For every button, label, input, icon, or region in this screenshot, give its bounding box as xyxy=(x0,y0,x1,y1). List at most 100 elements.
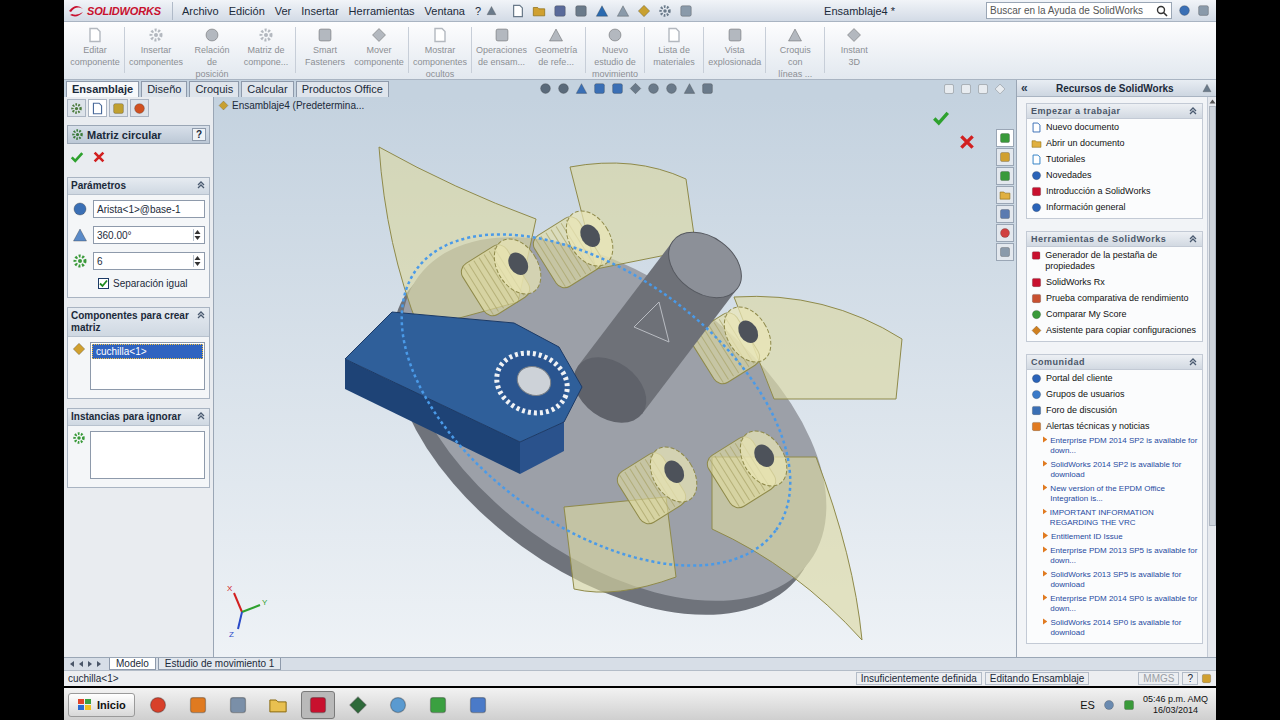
selection-list[interactable] xyxy=(90,431,205,479)
menu-item[interactable]: Edición xyxy=(224,5,270,17)
group-header[interactable]: Herramientas de SolidWorks xyxy=(1027,232,1202,247)
collapse-icon[interactable] xyxy=(196,180,206,190)
nav-arrow-icon[interactable] xyxy=(68,660,76,668)
news-link[interactable]: SolidWorks 2014 SP2 is available for dow… xyxy=(1027,458,1202,482)
news-link[interactable]: Entitlement ID Issue xyxy=(1027,530,1202,544)
panel-tab[interactable] xyxy=(109,99,128,117)
taskbar-app[interactable] xyxy=(421,691,455,719)
menu-item[interactable]: Ver xyxy=(270,5,297,17)
panel-tab[interactable] xyxy=(88,99,107,117)
resource-link[interactable]: Abrir un documento xyxy=(1027,135,1202,151)
resource-link[interactable]: Grupos de usuarios xyxy=(1027,386,1202,402)
news-link[interactable]: Enterprise PDM 2014 SP2 is available for… xyxy=(1027,434,1202,458)
spin-buttons[interactable] xyxy=(193,229,201,241)
pin-icon[interactable] xyxy=(486,5,497,16)
command-tab[interactable]: Ensamblaje xyxy=(66,81,139,97)
model-tab[interactable]: Estudio de movimiento 1 xyxy=(158,658,282,670)
taskbar-app[interactable] xyxy=(461,691,495,719)
view-tool-icon[interactable] xyxy=(593,82,606,95)
menu-item[interactable]: Herramientas xyxy=(344,5,420,17)
task-pane-tab[interactable] xyxy=(996,186,1014,204)
quick-access-icon[interactable] xyxy=(553,4,567,18)
quick-access-icon[interactable] xyxy=(532,4,546,18)
resource-link[interactable]: Alertas técnicas y noticias xyxy=(1027,418,1202,434)
news-link[interactable]: IMPORTANT INFORMATION REGARDING THE VRC xyxy=(1027,506,1202,530)
quick-access-icon[interactable] xyxy=(511,4,525,18)
taskbar-app[interactable] xyxy=(221,691,255,719)
resource-link[interactable]: Generador de la pestaña de propiedades xyxy=(1027,247,1202,274)
selection-list[interactable]: cuchilla<1> xyxy=(90,342,205,390)
down-arrow-icon[interactable] xyxy=(194,235,201,241)
taskbar-app[interactable] xyxy=(301,691,335,719)
scroll-thumb[interactable] xyxy=(1209,106,1216,526)
down-arrow-icon[interactable] xyxy=(194,261,201,267)
news-link[interactable]: Enterprise PDM 2014 SP0 is available for… xyxy=(1027,592,1202,616)
search-icon[interactable] xyxy=(1156,5,1168,17)
help-search[interactable]: Buscar en la Ayuda de SolidWorks xyxy=(986,2,1172,19)
view-tool-icon[interactable] xyxy=(629,82,642,95)
quick-access-icon[interactable] xyxy=(637,4,651,18)
clock[interactable]: 05:46 p.m. AMQ16/03/2014 xyxy=(1143,694,1212,716)
model-viewport[interactable]: XYZ xyxy=(214,97,1016,657)
axis-field[interactable]: Arista<1>@base-1 xyxy=(93,200,205,218)
group-header[interactable]: Componentes para crear matriz xyxy=(68,308,209,337)
command-tab[interactable]: Productos Office xyxy=(296,81,389,97)
view-tool-icon[interactable] xyxy=(611,82,624,95)
news-link[interactable]: SolidWorks 2014 SP0 is available for dow… xyxy=(1027,616,1202,640)
view-tool-icon[interactable] xyxy=(683,82,696,95)
group-header[interactable]: Comunidad xyxy=(1027,355,1202,370)
feature-tree-root[interactable]: Ensamblaje4 (Predetermina... xyxy=(218,100,364,111)
taskbar-app[interactable] xyxy=(381,691,415,719)
quick-access-icon[interactable] xyxy=(658,4,672,18)
angle-field[interactable]: 360.00° xyxy=(93,226,205,244)
panel-tab[interactable] xyxy=(67,99,86,117)
command-tab[interactable]: Croquis xyxy=(189,81,239,97)
collapse-button[interactable]: « xyxy=(1021,81,1028,95)
scrollbar[interactable] xyxy=(1207,97,1216,657)
status-help[interactable]: ? xyxy=(1182,672,1198,685)
collapse-icon[interactable] xyxy=(196,411,206,421)
news-link[interactable]: New version of the EPDM Office Integrati… xyxy=(1027,482,1202,506)
nav-arrow-icon[interactable] xyxy=(86,660,94,668)
resource-link[interactable]: Asistente para copiar configuraciones xyxy=(1027,322,1202,338)
language-indicator[interactable]: ES xyxy=(1080,699,1095,711)
view-tool-icon[interactable] xyxy=(539,82,552,95)
taskbar-app[interactable] xyxy=(261,691,295,719)
collapse-icon[interactable] xyxy=(1188,234,1198,244)
collapse-icon[interactable] xyxy=(1188,106,1198,116)
ok-icon[interactable] xyxy=(70,150,84,164)
task-pane-tab[interactable] xyxy=(996,243,1014,261)
expand-window-icon[interactable] xyxy=(1197,4,1210,17)
taskbar-app[interactable] xyxy=(341,691,375,719)
checkbox[interactable] xyxy=(98,278,109,289)
resource-link[interactable]: Novedades xyxy=(1027,167,1202,183)
resource-link[interactable]: Introducción a SolidWorks xyxy=(1027,183,1202,199)
taskbar-app[interactable] xyxy=(181,691,215,719)
task-pane-tab[interactable] xyxy=(996,224,1014,242)
taskbar-app[interactable] xyxy=(141,691,175,719)
collapse-icon[interactable] xyxy=(1188,357,1198,367)
viewport-control-icon[interactable] xyxy=(977,83,989,95)
spin-buttons[interactable] xyxy=(193,255,201,267)
viewport-control-icon[interactable] xyxy=(960,83,972,95)
menu-item[interactable]: Ventana xyxy=(420,5,470,17)
pin-icon[interactable] xyxy=(1202,83,1212,93)
count-field[interactable]: 6 xyxy=(93,252,205,270)
scroll-up-icon[interactable] xyxy=(1209,99,1216,104)
view-tool-icon[interactable] xyxy=(647,82,660,95)
help-button[interactable]: ? xyxy=(192,128,206,141)
command-tab[interactable]: Diseño xyxy=(141,81,187,97)
list-item[interactable]: cuchilla<1> xyxy=(92,344,203,359)
up-arrow-icon[interactable] xyxy=(194,255,201,261)
quick-access-icon[interactable] xyxy=(595,4,609,18)
ok-icon[interactable] xyxy=(932,109,950,127)
nav-arrow-icon[interactable] xyxy=(77,660,85,668)
quick-access-icon[interactable] xyxy=(616,4,630,18)
resource-link[interactable]: Prueba comparativa de rendimiento xyxy=(1027,290,1202,306)
quick-access-icon[interactable] xyxy=(574,4,588,18)
view-tool-icon[interactable] xyxy=(701,82,714,95)
view-tool-icon[interactable] xyxy=(557,82,570,95)
task-pane-tab[interactable] xyxy=(996,148,1014,166)
menu-item[interactable]: ? xyxy=(470,5,486,17)
view-tool-icon[interactable] xyxy=(575,82,588,95)
